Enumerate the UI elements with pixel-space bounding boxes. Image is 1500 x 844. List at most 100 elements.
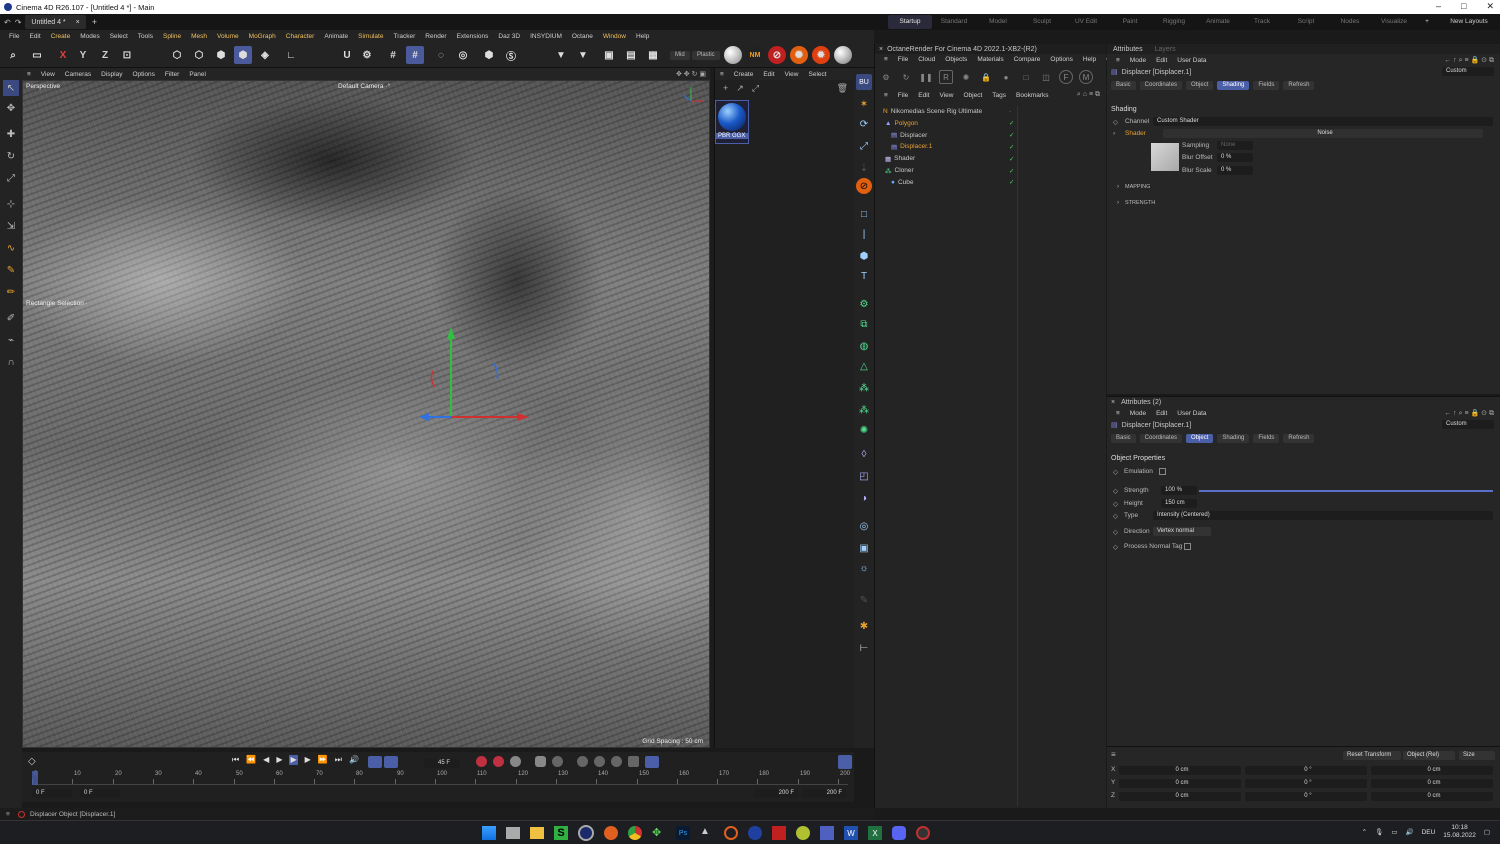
visibility-check-icon[interactable]: ✓ <box>1009 155 1014 163</box>
sound-icon[interactable]: 🔊 <box>349 755 359 765</box>
scale-icon[interactable]: ⤢ <box>856 138 872 154</box>
mid-button[interactable]: Mid <box>670 51 690 60</box>
menu-item[interactable]: Mesh <box>186 33 212 40</box>
octane-menu-icon[interactable]: ≡ <box>879 56 893 63</box>
viewport-menu-item[interactable]: Panel <box>184 71 211 78</box>
objmgr-menu-item[interactable]: Tags <box>987 92 1011 99</box>
edges-mode-icon[interactable]: ⬡ <box>190 46 208 64</box>
octane-menu-item[interactable]: File <box>893 56 913 63</box>
menu-item[interactable]: Volume <box>212 33 244 40</box>
tray-arrow-icon[interactable]: ⌃ <box>1362 828 1367 836</box>
loop-icon[interactable] <box>368 756 382 768</box>
app-a-icon[interactable]: ▲ <box>700 826 714 840</box>
blur-offset-field[interactable]: 0 % <box>1217 153 1253 162</box>
cloner-icon[interactable]: ⁂ <box>856 380 872 396</box>
cinema4d-icon[interactable] <box>578 825 594 841</box>
plugin-red-icon[interactable]: ⊘ <box>768 46 786 64</box>
visibility-check-icon[interactable]: · <box>1009 108 1011 115</box>
visibility-check-icon[interactable]: ✓ <box>1009 167 1014 175</box>
next-frame-icon[interactable]: ▶ <box>305 755 311 765</box>
object-name[interactable]: Cube <box>898 179 914 186</box>
app-red-icon[interactable] <box>916 826 930 840</box>
layout-tab[interactable]: Rigging <box>1152 15 1196 29</box>
preview-range-icon[interactable] <box>384 756 398 768</box>
octane-menu-item[interactable]: Cloud <box>913 56 940 63</box>
panel-close-icon[interactable]: × <box>879 46 883 53</box>
menu-item[interactable]: Character <box>281 33 320 40</box>
attr-menu-item[interactable]: Mode <box>1125 57 1151 64</box>
plugin-icon[interactable]: NM <box>746 46 764 64</box>
effector-icon[interactable]: ✺ <box>856 422 872 438</box>
objmgr-menu-item[interactable]: Edit <box>913 92 934 99</box>
object-list-item[interactable]: ⁂ Cloner ✓ <box>875 165 1105 176</box>
viewport-menu-item[interactable]: Options <box>127 71 159 78</box>
array-icon[interactable]: ⧉ <box>856 316 872 332</box>
close-tab-icon[interactable]: × <box>76 19 80 26</box>
emulation-checkbox[interactable] <box>1159 468 1166 475</box>
panel-close-icon[interactable]: × <box>1111 399 1115 406</box>
objmgr-menu-icon[interactable]: ≡ <box>879 92 893 99</box>
viewport-menu-item[interactable]: View <box>36 71 60 78</box>
viewport-menu-item[interactable]: Display <box>96 71 127 78</box>
attr2-nav-icons[interactable]: ← ↑ ⌕ ≡ 🔒 ⊙ ⧉ <box>1444 409 1494 418</box>
knife-tool-icon[interactable]: ⌁ <box>3 332 19 348</box>
z-axis-lock[interactable]: Z <box>96 46 114 64</box>
attributes-tab[interactable]: Attributes <box>1113 46 1143 53</box>
objmgr-menu-item[interactable]: Bookmarks <box>1011 92 1054 99</box>
firefox-icon[interactable] <box>604 826 618 840</box>
undo-icon[interactable]: ↶ <box>4 18 11 27</box>
object-list-item[interactable]: ▲ Polygon ✓ <box>875 118 1105 129</box>
preview-end-field[interactable]: 200 F <box>754 789 798 798</box>
menu-item[interactable]: Modes <box>75 33 105 40</box>
timeline-ruler[interactable]: 0102030405060708090100110120130140150160… <box>32 771 850 785</box>
menu-item[interactable]: Create <box>46 33 76 40</box>
position-field[interactable]: 0 cm <box>1119 766 1241 775</box>
point-key-icon[interactable] <box>628 756 639 767</box>
line-icon[interactable]: | <box>856 226 872 242</box>
motion-icon[interactable] <box>645 756 659 768</box>
octane-menu-item[interactable]: Materials <box>972 56 1008 63</box>
grid-snap-icon[interactable]: # <box>406 46 424 64</box>
object-list-item[interactable]: ▤ Displacer.1 ✓ <box>875 141 1105 152</box>
material-sphere-icon[interactable] <box>724 46 742 64</box>
go-end-icon[interactable]: ⏭ <box>335 755 342 765</box>
visibility-check-icon[interactable]: ✓ <box>1009 143 1014 151</box>
material-swatch[interactable]: PBR GGX <box>715 100 749 144</box>
mapping-arrow-icon[interactable]: › <box>1117 184 1119 190</box>
app-g-icon[interactable] <box>724 826 738 840</box>
timeline-window-icon[interactable] <box>838 755 852 769</box>
prev-frame-icon[interactable]: ◀ <box>263 755 269 765</box>
rot-key-icon[interactable] <box>552 756 563 767</box>
param-key-icon[interactable] <box>594 756 605 767</box>
octane-refresh-icon[interactable]: ↻ <box>899 70 913 84</box>
octane-settings-icon[interactable]: ✺ <box>959 70 973 84</box>
layout-tab[interactable]: Sculpt <box>1020 15 1064 29</box>
menu-item[interactable]: Animate <box>319 33 353 40</box>
trash-icon[interactable]: 🗑 <box>837 83 848 94</box>
gear-generator-icon[interactable]: ⚙ <box>856 296 872 312</box>
sphere-icon[interactable] <box>834 46 852 64</box>
current-frame-field[interactable]: 45 F <box>424 759 460 768</box>
search-icon[interactable]: ⌕ <box>4 46 22 64</box>
viewport-menu-item[interactable]: Filter <box>160 71 184 78</box>
word-icon[interactable]: W <box>844 826 858 840</box>
menu-item[interactable]: Extensions <box>452 33 494 40</box>
transform-gizmo[interactable] <box>413 321 533 431</box>
lock-workplane-icon[interactable]: ◌ <box>432 46 450 64</box>
scale-field[interactable]: 0 cm <box>1371 766 1493 775</box>
document-tab[interactable]: Untitled 4 * × <box>25 15 86 29</box>
picture-viewer-icon[interactable]: ▦ <box>644 46 662 64</box>
tab-shading[interactable]: Shading <box>1217 434 1250 443</box>
attr-nav-icons[interactable]: ← ↑ ⌕ ≡ 🔒 ⊙ ⧉ <box>1444 56 1494 65</box>
objmgr-menu-item[interactable]: View <box>934 92 958 99</box>
new-material-icon[interactable]: + <box>723 83 728 93</box>
magnet-tool-icon[interactable]: ∩ <box>3 354 19 370</box>
layout-tab[interactable]: UV Edit <box>1064 15 1108 29</box>
clock[interactable]: 10:18 15.08.2022 <box>1443 824 1476 840</box>
acrobat-icon[interactable] <box>772 826 786 840</box>
record-icon[interactable] <box>476 756 487 767</box>
status-menu-icon[interactable]: ≡ <box>6 811 10 818</box>
add-layout-button[interactable]: + <box>1416 15 1438 29</box>
menu-item[interactable]: INSYDIUM <box>525 33 567 40</box>
file-explorer-icon[interactable] <box>530 827 544 839</box>
